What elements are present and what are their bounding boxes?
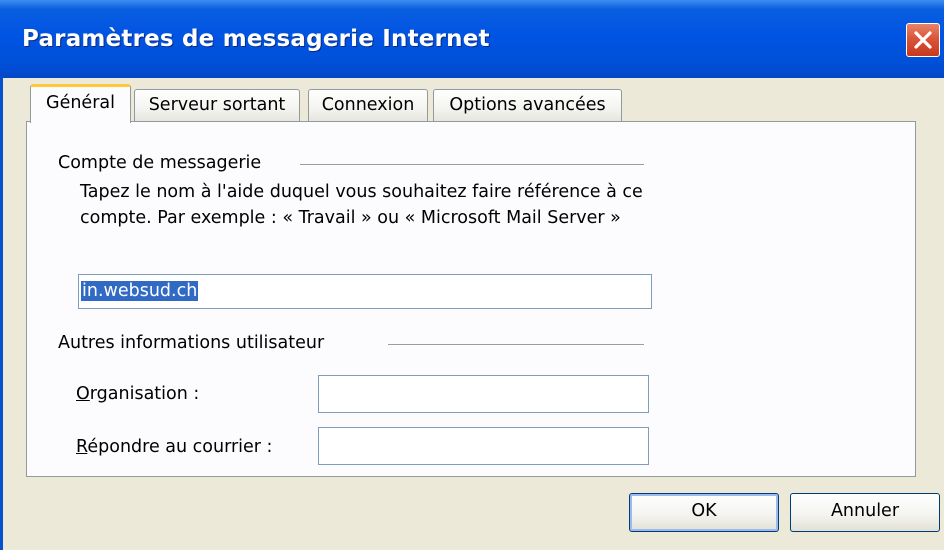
title-bar[interactable]: Paramètres de messagerie Internet xyxy=(0,0,944,78)
reply-to-input[interactable] xyxy=(318,427,649,465)
account-name-input[interactable]: in.websud.ch xyxy=(78,274,652,309)
account-description: Tapez le nom à l'aide duquel vous souhai… xyxy=(80,182,643,228)
organization-label-accesskey: O xyxy=(76,384,90,404)
window-title: Paramètres de messagerie Internet xyxy=(22,26,490,52)
account-group-divider xyxy=(300,164,644,166)
cancel-button[interactable]: Annuler xyxy=(790,493,940,532)
window-border xyxy=(0,78,3,550)
tab-outgoing-server[interactable]: Serveur sortant xyxy=(134,89,300,122)
close-button[interactable] xyxy=(906,23,940,57)
reply-to-label-rest: épondre au courrier : xyxy=(87,437,273,457)
dialog-window: Paramètres de messagerie Internet Généra… xyxy=(0,0,944,550)
organization-input[interactable] xyxy=(318,375,649,413)
account-group-label: Compte de messagerie xyxy=(58,153,262,173)
user-info-group-label: Autres informations utilisateur xyxy=(58,333,325,353)
organization-label: Organisation : xyxy=(76,384,199,404)
account-name-value: in.websud.ch xyxy=(81,281,199,301)
user-info-group-divider xyxy=(388,344,644,346)
close-icon xyxy=(914,31,932,49)
tab-advanced-options[interactable]: Options avancées xyxy=(433,89,622,122)
ok-button[interactable]: OK xyxy=(629,493,779,532)
organization-label-rest: rganisation : xyxy=(89,384,200,404)
reply-to-label-accesskey: R xyxy=(76,437,88,457)
tab-general[interactable]: Général xyxy=(30,84,131,123)
reply-to-label: Répondre au courrier : xyxy=(76,437,272,457)
tab-connection[interactable]: Connexion xyxy=(308,89,428,122)
